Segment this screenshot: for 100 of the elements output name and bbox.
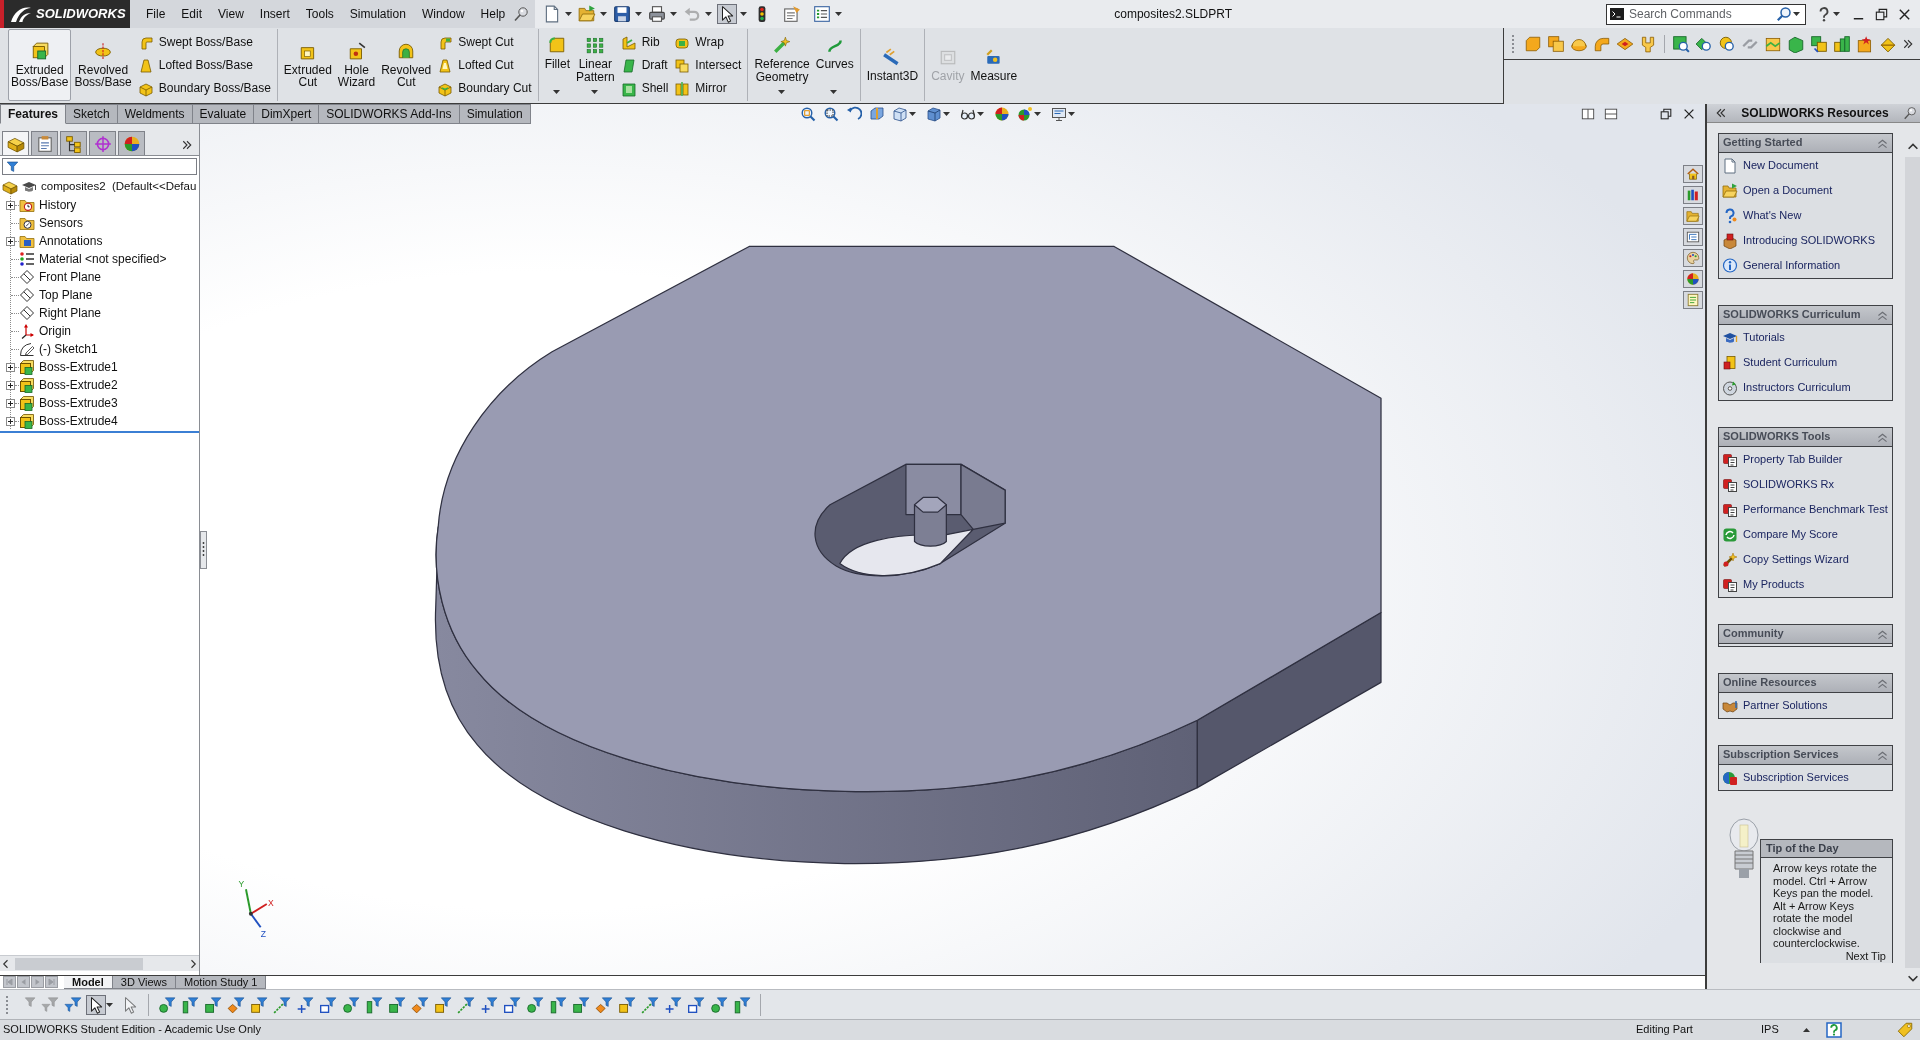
menu-item[interactable]: View: [210, 0, 252, 28]
collapse-icon[interactable]: [1876, 430, 1889, 444]
caret-icon[interactable]: [565, 12, 573, 16]
filter-icon[interactable]: [480, 995, 498, 1014]
command-button[interactable]: Boundary Cut: [434, 77, 535, 100]
tab[interactable]: Weldments: [117, 104, 193, 124]
resource-link[interactable]: Partner Solutions: [1719, 693, 1892, 718]
printer-icon[interactable]: [648, 5, 667, 23]
stacked-blocks-icon[interactable]: [1547, 34, 1565, 53]
filter-icon[interactable]: [549, 995, 567, 1014]
resource-link[interactable]: My Products: [1719, 572, 1892, 597]
command-button[interactable]: Extruded Cut: [280, 29, 335, 101]
palette-icon[interactable]: [1683, 249, 1703, 267]
filter-icon[interactable]: [641, 995, 659, 1014]
cube-icon[interactable]: [892, 106, 908, 122]
menu-item[interactable]: Insert: [251, 0, 298, 28]
scrollbar-thumb[interactable]: [15, 957, 143, 970]
filter-icon[interactable]: [733, 995, 751, 1014]
help-icon[interactable]: [1826, 1022, 1842, 1038]
caret-icon[interactable]: [106, 1002, 113, 1007]
caret-icon[interactable]: [552, 90, 560, 94]
filter-icon[interactable]: [687, 995, 705, 1014]
command-button[interactable]: Draft: [617, 54, 672, 77]
resource-link[interactable]: Tutorials: [1719, 325, 1892, 350]
collapse-icon[interactable]: [1876, 676, 1889, 690]
collapse-icon[interactable]: [1876, 748, 1889, 762]
restore-icon[interactable]: [1659, 107, 1673, 121]
command-button[interactable]: Fillet: [541, 29, 573, 101]
command-button[interactable]: Rib: [617, 31, 672, 54]
block-icon[interactable]: [1787, 34, 1805, 53]
tree-item[interactable]: Boss-Extrude4: [19, 413, 120, 429]
filter-icon[interactable]: [572, 995, 590, 1014]
command-button[interactable]: Shell: [617, 77, 672, 100]
caret-icon[interactable]: [600, 12, 608, 16]
filter-icon[interactable]: [411, 995, 429, 1014]
filter-box[interactable]: [2, 158, 197, 175]
caret-icon[interactable]: [1034, 112, 1041, 116]
tab[interactable]: Features: [0, 104, 67, 124]
resource-link[interactable]: Subscription Services: [1719, 765, 1892, 790]
caret-icon[interactable]: [1793, 12, 1800, 16]
next-tip-link[interactable]: Next Tip: [1845, 949, 1886, 962]
tab[interactable]: 3D Views: [112, 976, 177, 989]
caret-icon[interactable]: [943, 112, 950, 116]
stacked-blocks-icon[interactable]: [1833, 34, 1851, 53]
resource-link[interactable]: New Document: [1719, 153, 1892, 178]
filter-icon[interactable]: [319, 995, 337, 1014]
command-button[interactable]: Extruded Boss/Base: [8, 29, 72, 101]
books-icon[interactable]: [1683, 186, 1703, 204]
command-button[interactable]: Lofted Boss/Base: [134, 54, 274, 77]
resource-link[interactable]: Property Tab Builder: [1719, 447, 1892, 472]
command-button[interactable]: Revolved Boss/Base: [71, 29, 135, 101]
caret-up-icon[interactable]: [1803, 1028, 1810, 1032]
command-button[interactable]: Measure: [967, 29, 1021, 101]
resource-link[interactable]: Open a Document: [1719, 178, 1892, 203]
filter-icon[interactable]: [457, 995, 475, 1014]
filter-icon[interactable]: [503, 995, 521, 1014]
resource-link[interactable]: Performance Benchmark Test: [1719, 497, 1892, 522]
block-icon[interactable]: [1524, 34, 1542, 53]
units-selector[interactable]: IPS: [1761, 1023, 1803, 1037]
menu-item[interactable]: Simulation: [341, 0, 414, 28]
tree-item[interactable]: Annotations: [19, 233, 105, 249]
shaded-cube-icon[interactable]: [926, 106, 942, 122]
tree-item[interactable]: History: [19, 197, 79, 213]
command-button[interactable]: Swept Cut: [434, 31, 535, 54]
expand-icon[interactable]: [6, 398, 15, 408]
close-icon[interactable]: [1682, 107, 1696, 121]
tree-item[interactable]: Origin: [19, 323, 73, 339]
tree-item[interactable]: Boss-Extrude2: [19, 377, 120, 393]
menu-item[interactable]: Edit: [173, 0, 211, 28]
caret-icon[interactable]: [635, 12, 643, 16]
search-field[interactable]: Search Commands: [1625, 4, 1776, 24]
curved-arrow-icon[interactable]: [846, 106, 862, 122]
tile-horizontal-icon[interactable]: [1604, 107, 1618, 121]
search-icon[interactable]: [1776, 6, 1792, 22]
magnifier-block-icon[interactable]: [1718, 34, 1736, 53]
filter-icon[interactable]: [365, 995, 383, 1014]
filter-icon[interactable]: [227, 995, 245, 1014]
notepad-icon[interactable]: [1683, 291, 1703, 309]
menu-item[interactable]: Help: [472, 0, 514, 28]
caret-icon[interactable]: [977, 112, 984, 116]
command-button[interactable]: Swept Boss/Base: [134, 31, 274, 54]
tab[interactable]: Simulation: [459, 104, 531, 124]
command-button[interactable]: Intersect: [671, 54, 745, 77]
collapse-icon[interactable]: [1876, 136, 1889, 150]
filter-icon[interactable]: [342, 995, 360, 1014]
search-box[interactable]: Search Commands: [1606, 3, 1806, 25]
caret-icon[interactable]: [705, 12, 713, 16]
expand-icon[interactable]: [6, 416, 15, 426]
expand-icon[interactable]: [6, 236, 15, 246]
chevrons-icon[interactable]: [181, 139, 193, 151]
folder-icon[interactable]: [1683, 207, 1703, 225]
panel-tab[interactable]: [118, 131, 145, 155]
scene-ball-icon[interactable]: [1017, 106, 1033, 122]
pushpin-icon[interactable]: [513, 6, 530, 22]
resource-link[interactable]: Copy Settings Wizard: [1719, 547, 1892, 572]
stacked-blocks-icon[interactable]: [1810, 34, 1828, 53]
command-button[interactable]: Hole Wizard: [334, 29, 379, 101]
file-tree-icon[interactable]: [1683, 228, 1703, 246]
expand-icon[interactable]: [6, 380, 15, 390]
block-icon[interactable]: [1856, 34, 1874, 53]
